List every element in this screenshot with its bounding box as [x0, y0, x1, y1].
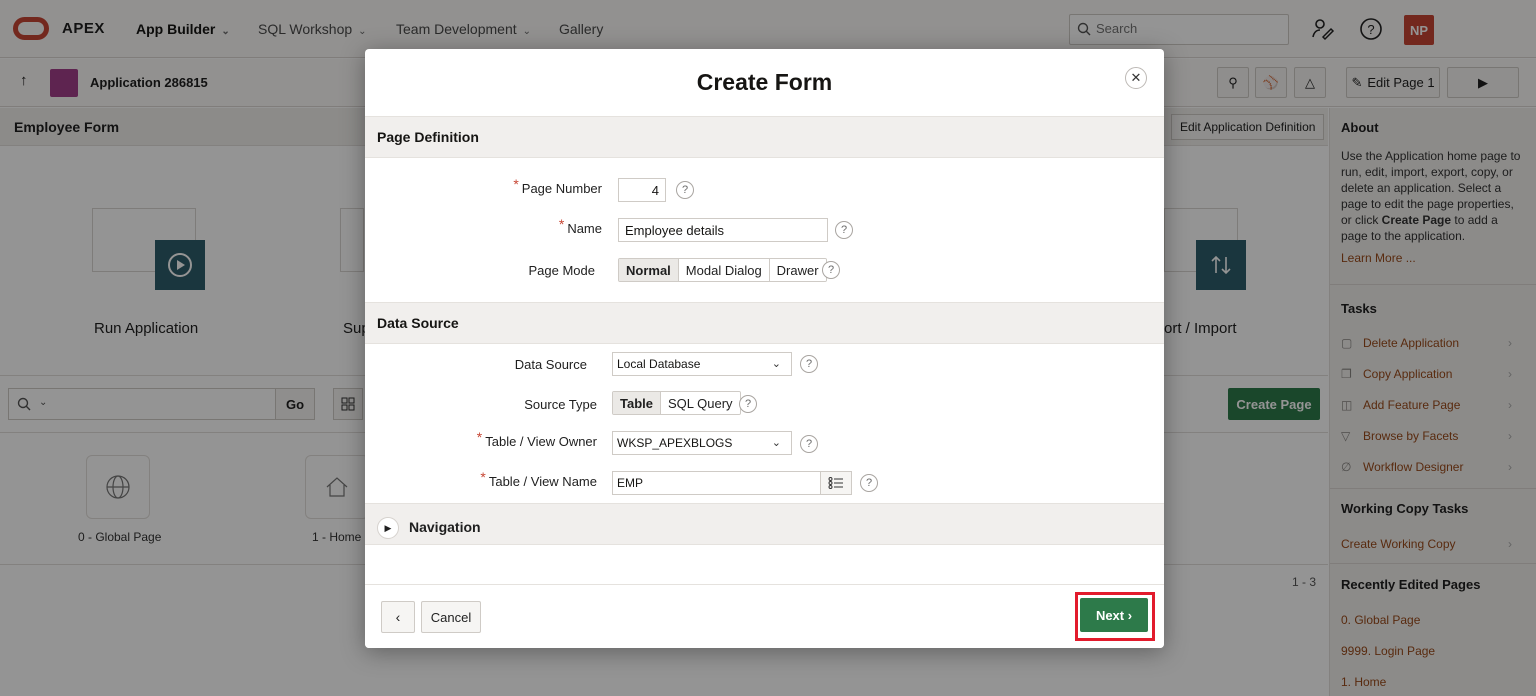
- page-mode-selector[interactable]: Normal Modal Dialog Drawer: [618, 258, 827, 282]
- dialog-footer: ‹ Cancel: [365, 584, 1164, 648]
- name-input[interactable]: [618, 218, 828, 242]
- close-icon[interactable]: ✕: [1125, 67, 1147, 89]
- table-view-owner-select[interactable]: WKSP_APEXBLOGS ⌄: [612, 431, 792, 455]
- table-view-owner-label: * Table / View Owner: [476, 429, 597, 449]
- list-of-values-icon[interactable]: [820, 471, 852, 495]
- page-mode-drawer[interactable]: Drawer: [769, 259, 826, 281]
- help-icon[interactable]: ?: [676, 181, 694, 199]
- source-type-table[interactable]: Table: [613, 392, 661, 414]
- help-icon[interactable]: ?: [860, 474, 878, 492]
- source-type-label: Source Type: [524, 397, 597, 412]
- help-icon[interactable]: ?: [835, 221, 853, 239]
- expand-triangle-icon[interactable]: ▶: [377, 517, 399, 539]
- table-view-name-input[interactable]: [612, 471, 821, 495]
- help-icon[interactable]: ?: [739, 395, 757, 413]
- page-mode-normal[interactable]: Normal: [619, 259, 679, 281]
- help-icon[interactable]: ?: [800, 355, 818, 373]
- help-icon[interactable]: ?: [800, 435, 818, 453]
- page-mode-label: Page Mode: [528, 263, 596, 278]
- section-title: Data Source: [377, 315, 459, 331]
- navigation-section[interactable]: ▶ Navigation: [365, 503, 1164, 545]
- source-type-sql-query[interactable]: SQL Query: [661, 392, 740, 414]
- page-definition-section: Page Definition: [365, 116, 1164, 158]
- cancel-button[interactable]: Cancel: [421, 601, 481, 633]
- page-number-label: * Page Number: [513, 176, 602, 196]
- help-icon[interactable]: ?: [822, 261, 840, 279]
- next-button[interactable]: Next ›: [1080, 598, 1148, 632]
- table-view-name-label: * Table / View Name: [480, 469, 597, 489]
- data-source-section: Data Source: [365, 302, 1164, 344]
- data-source-select[interactable]: Local Database ⌄: [612, 352, 792, 376]
- section-title: Page Definition: [377, 129, 479, 145]
- create-form-dialog: Create Form ✕ Page Definition * Page Numb…: [365, 49, 1164, 648]
- page-mode-modal-dialog[interactable]: Modal Dialog: [678, 259, 770, 281]
- source-type-selector[interactable]: Table SQL Query: [612, 391, 741, 415]
- previous-button[interactable]: ‹: [381, 601, 415, 633]
- name-label: * Name: [558, 216, 602, 236]
- required-marker: *: [513, 176, 519, 192]
- chevron-down-icon: ⌄: [771, 437, 781, 449]
- required-marker: *: [476, 429, 483, 445]
- chevron-down-icon: ⌄: [771, 358, 781, 370]
- required-marker: *: [480, 469, 486, 485]
- required-marker: *: [558, 216, 565, 232]
- section-title[interactable]: Navigation: [409, 519, 481, 535]
- page-number-input[interactable]: [618, 178, 666, 202]
- dialog-title: Create Form: [696, 69, 833, 95]
- data-source-label: Data Source: [514, 357, 587, 372]
